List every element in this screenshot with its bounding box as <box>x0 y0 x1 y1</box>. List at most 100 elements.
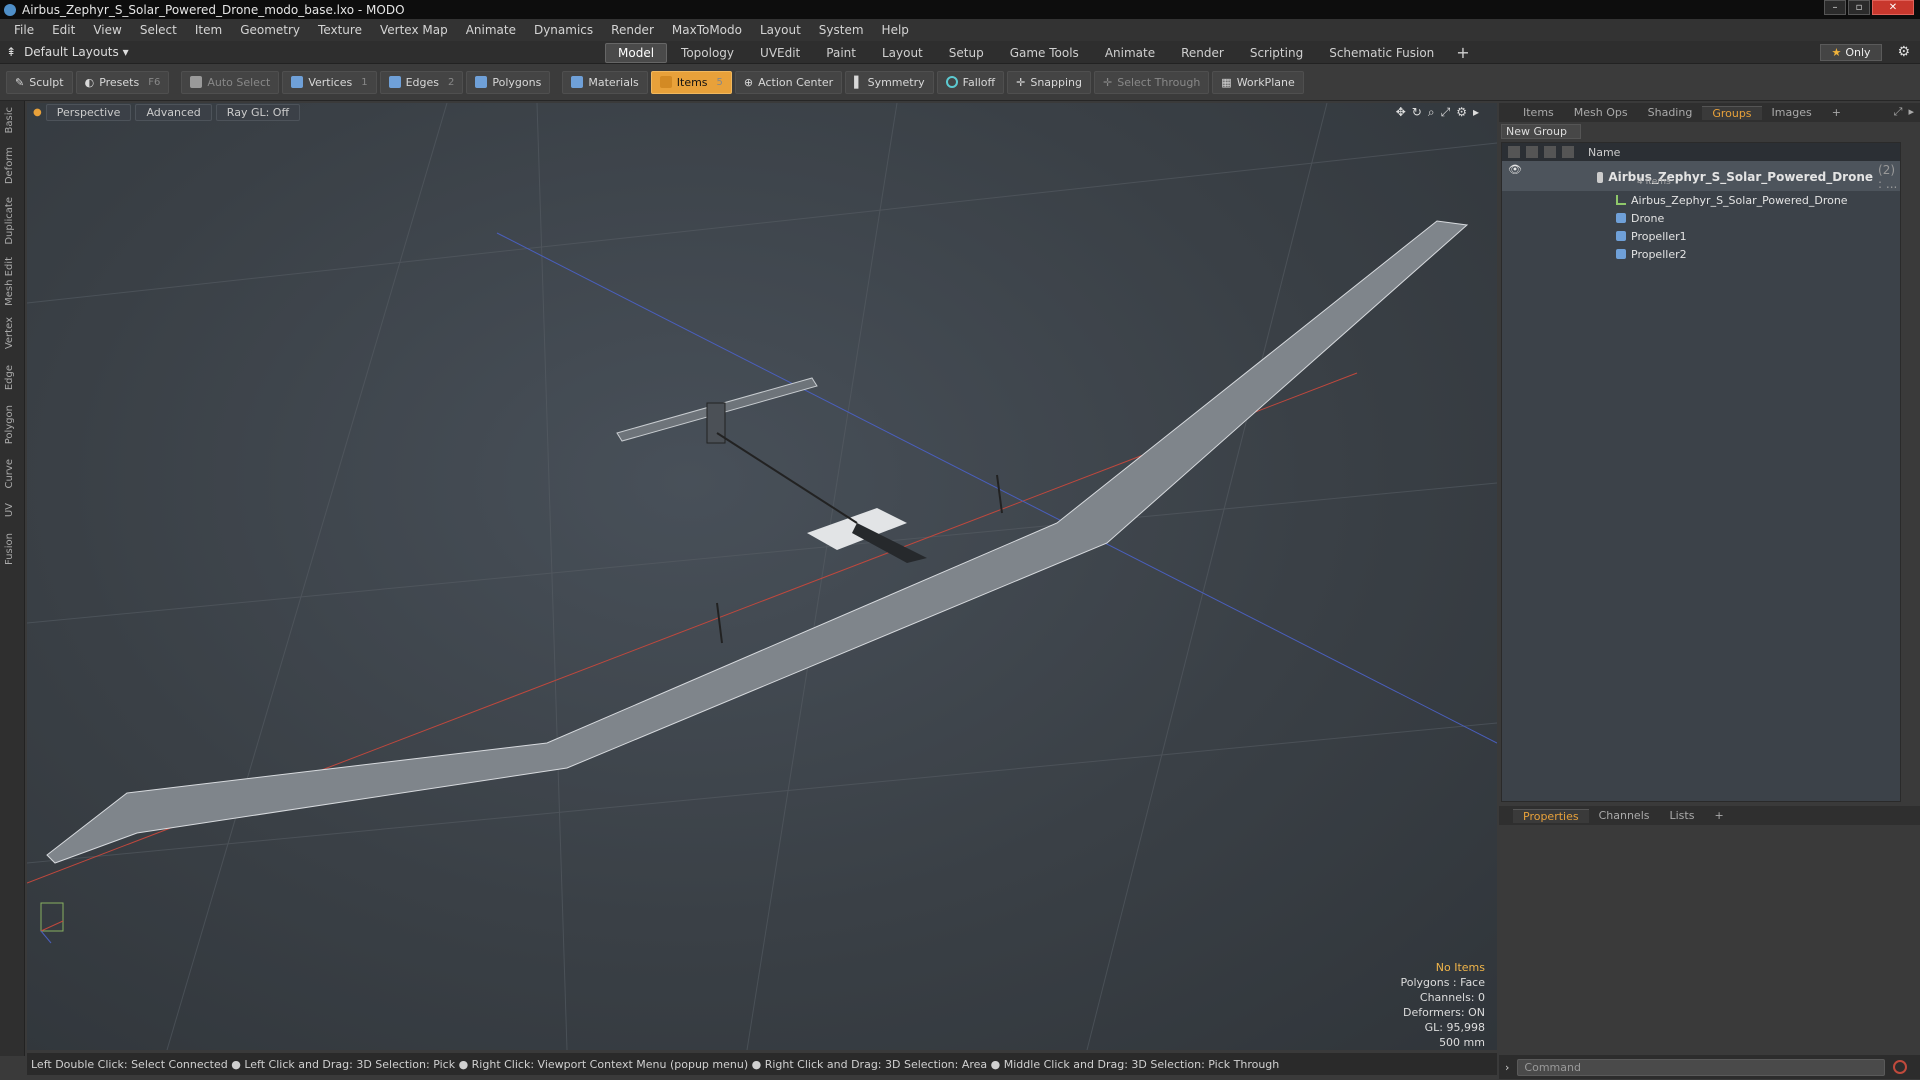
symmetry-button[interactable]: ▌ Symmetry <box>845 70 934 94</box>
visibility-col-icon[interactable] <box>1508 146 1520 158</box>
rotate-icon[interactable]: ↻ <box>1412 105 1422 120</box>
close-button[interactable]: ✕ <box>1872 0 1914 15</box>
tree-item-propeller2[interactable]: Propeller2 <box>1502 245 1900 263</box>
viewport-expand-icon[interactable]: ▸ <box>1473 105 1479 120</box>
tab-duplicate[interactable]: Duplicate <box>4 197 15 245</box>
panel-expand-icon[interactable]: ⤢ <box>1894 105 1903 119</box>
tab-setup[interactable]: Setup <box>937 44 996 62</box>
polygons-button[interactable]: Polygons <box>466 70 551 94</box>
status-bar: Left Double Click: Select Connected ● Le… <box>27 1053 1497 1075</box>
menu-view[interactable]: View <box>84 23 130 37</box>
tab-mesh-ops[interactable]: Mesh Ops <box>1564 106 1638 119</box>
render-col-icon[interactable] <box>1526 146 1538 158</box>
tab-curve[interactable]: Curve <box>4 459 15 489</box>
workplane-button[interactable]: ▦ WorkPlane <box>1212 70 1304 94</box>
add-tab-button[interactable]: + <box>1448 44 1477 62</box>
vertices-icon <box>291 76 304 88</box>
tree-item-locator[interactable]: Airbus_Zephyr_S_Solar_Powered_Drone <box>1502 191 1900 209</box>
tab-groups[interactable]: Groups <box>1702 105 1762 120</box>
tab-uv[interactable]: UV <box>4 503 15 517</box>
pan-icon[interactable]: ✥ <box>1396 105 1406 120</box>
menu-edit[interactable]: Edit <box>43 23 84 37</box>
auto-select-button[interactable]: Auto Select <box>181 70 280 94</box>
layout-expand-icon[interactable]: ⇞ <box>6 45 16 59</box>
menu-texture[interactable]: Texture <box>309 23 371 37</box>
tab-vertex[interactable]: Vertex <box>4 317 15 349</box>
falloff-button[interactable]: Falloff <box>936 70 1005 94</box>
materials-button[interactable]: Materials <box>562 70 648 94</box>
menu-select[interactable]: Select <box>131 23 186 37</box>
menu-item[interactable]: Item <box>186 23 231 37</box>
zoom-icon[interactable]: ⌕ <box>1428 105 1435 120</box>
add-panel-tab-button[interactable]: + <box>1822 106 1851 119</box>
perspective-button[interactable]: Perspective <box>45 103 132 121</box>
tab-topology[interactable]: Topology <box>669 44 746 62</box>
edges-button[interactable]: Edges 2 <box>379 70 464 94</box>
tab-schematic-fusion[interactable]: Schematic Fusion <box>1317 44 1446 62</box>
gear-icon[interactable]: ⚙ <box>1897 44 1910 60</box>
lock-col-icon[interactable] <box>1544 146 1556 158</box>
tab-layout[interactable]: Layout <box>870 44 935 62</box>
tab-images[interactable]: Images <box>1762 106 1822 119</box>
tab-uvedit[interactable]: UVEdit <box>748 44 812 62</box>
tab-render[interactable]: Render <box>1169 44 1236 62</box>
tab-items[interactable]: Items <box>1513 106 1564 119</box>
tab-channels[interactable]: Channels <box>1589 809 1660 822</box>
maximize-button[interactable]: ▫ <box>1848 0 1870 15</box>
advanced-button[interactable]: Advanced <box>135 103 212 121</box>
command-history-icon[interactable] <box>1893 1060 1908 1074</box>
menu-file[interactable]: File <box>5 23 43 37</box>
tab-properties[interactable]: Properties <box>1513 808 1589 823</box>
select-col-icon[interactable] <box>1562 146 1574 158</box>
command-input[interactable]: Command <box>1517 1058 1886 1076</box>
tab-model[interactable]: Model <box>605 43 668 63</box>
eye-icon[interactable]: 👁 <box>1508 163 1522 176</box>
minimize-button[interactable]: – <box>1824 0 1846 15</box>
menu-dynamics[interactable]: Dynamics <box>525 23 602 37</box>
tab-animate[interactable]: Animate <box>1093 44 1167 62</box>
tab-scripting[interactable]: Scripting <box>1238 44 1315 62</box>
name-column-header[interactable]: Name <box>1588 146 1620 159</box>
tree-item-drone[interactable]: Drone <box>1502 209 1900 227</box>
fit-icon[interactable]: ⤢ <box>1441 105 1451 120</box>
tab-basic[interactable]: Basic <box>4 107 15 133</box>
tab-paint[interactable]: Paint <box>814 44 868 62</box>
add-properties-tab-button[interactable]: + <box>1704 809 1733 822</box>
symmetry-icon: ▌ <box>854 75 863 89</box>
new-group-button[interactable]: New Group <box>1501 124 1581 139</box>
presets-button[interactable]: ◐ Presets F6 <box>75 70 170 94</box>
only-toggle[interactable]: ★ Only <box>1820 44 1882 61</box>
menu-render[interactable]: Render <box>602 23 663 37</box>
tab-shading[interactable]: Shading <box>1638 106 1703 119</box>
vertices-button[interactable]: Vertices 1 <box>282 70 377 94</box>
viewport-menu-icon[interactable]: ● <box>33 107 42 118</box>
snapping-button[interactable]: ✛ Snapping <box>1007 70 1092 94</box>
tab-polygon[interactable]: Polygon <box>4 405 15 444</box>
group-row[interactable]: 👁 Airbus_Zephyr_S_Solar_Powered_Drone (2)… <box>1502 161 1900 191</box>
tab-lists[interactable]: Lists <box>1660 809 1705 822</box>
panel-menu-icon[interactable]: ▸ <box>1908 105 1914 119</box>
menu-maxtomodo[interactable]: MaxToModo <box>663 23 751 37</box>
menu-geometry[interactable]: Geometry <box>231 23 309 37</box>
tab-deform[interactable]: Deform <box>4 147 15 184</box>
star-icon: ★ <box>1831 46 1842 59</box>
select-through-button[interactable]: ✛ Select Through <box>1094 70 1210 94</box>
action-center-button[interactable]: ⊕ Action Center <box>734 70 843 94</box>
left-tool-tabs: Basic Deform Duplicate Mesh Edit Vertex … <box>0 101 25 1056</box>
items-button[interactable]: Items 5 <box>650 70 732 94</box>
menu-animate[interactable]: Animate <box>457 23 525 37</box>
menu-vertex-map[interactable]: Vertex Map <box>371 23 457 37</box>
tab-fusion[interactable]: Fusion <box>4 533 15 565</box>
menu-system[interactable]: System <box>810 23 873 37</box>
tab-game-tools[interactable]: Game Tools <box>998 44 1091 62</box>
tree-item-propeller1[interactable]: Propeller1 <box>1502 227 1900 245</box>
menu-help[interactable]: Help <box>873 23 918 37</box>
tab-edge[interactable]: Edge <box>4 365 15 390</box>
raygl-button[interactable]: Ray GL: Off <box>215 103 301 121</box>
3d-viewport[interactable]: ● Perspective Advanced Ray GL: Off ✥ ↻ ⌕… <box>27 103 1497 1050</box>
tab-mesh-edit[interactable]: Mesh Edit <box>4 257 15 306</box>
sculpt-button[interactable]: ✎ Sculpt <box>6 70 73 94</box>
menu-layout[interactable]: Layout <box>751 23 810 37</box>
layouts-dropdown[interactable]: Default Layouts ▾ <box>24 45 129 59</box>
viewport-settings-icon[interactable]: ⚙ <box>1456 105 1467 120</box>
